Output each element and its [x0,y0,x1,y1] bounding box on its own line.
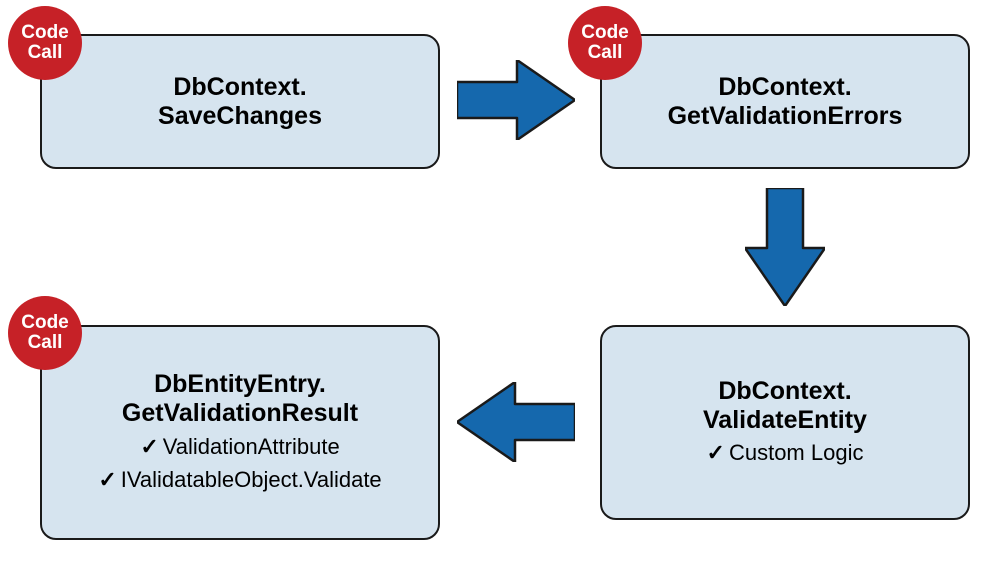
arrow-right-icon [457,60,575,140]
check-icon: ✓ [98,467,116,492]
title-line: DbContext. [173,73,306,101]
title-line: GetValidationErrors [668,102,903,130]
node-title: DbContext. SaveChanges [158,73,322,131]
validation-flow-diagram: DbContext. SaveChanges Code Call DbConte… [0,0,1000,571]
node-validateentity: DbContext. ValidateEntity ✓Custom Logic [600,325,970,520]
node-getvalidationerrors: DbContext. GetValidationErrors [600,34,970,169]
badge-text: Code Call [568,23,642,63]
code-call-badge: Code Call [8,6,82,80]
node-detail: ✓IValidatableObject.Validate [98,465,381,495]
check-icon: ✓ [140,434,158,459]
node-savechanges: DbContext. SaveChanges [40,34,440,169]
detail-text: ValidationAttribute [163,434,340,459]
node-getvalidationresult: DbEntityEntry. GetValidationResult ✓Vali… [40,325,440,540]
title-line: DbEntityEntry. [154,370,326,398]
node-title: DbEntityEntry. GetValidationResult [122,370,358,428]
title-line: DbContext. [718,73,851,101]
arrow-left-icon [457,382,575,462]
code-call-badge: Code Call [8,296,82,370]
node-title: DbContext. GetValidationErrors [668,73,903,131]
node-detail: ✓ValidationAttribute [140,432,339,462]
title-line: SaveChanges [158,102,322,130]
badge-text: Code Call [8,313,82,353]
detail-text: IValidatableObject.Validate [121,467,382,492]
title-line: DbContext. [718,377,851,405]
badge-text: Code Call [8,23,82,63]
title-line: GetValidationResult [122,399,358,427]
node-detail: ✓Custom Logic [707,438,864,468]
node-title: DbContext. ValidateEntity [703,377,867,435]
check-icon: ✓ [707,440,725,465]
arrow-down-icon [745,188,825,306]
detail-text: Custom Logic [729,440,864,465]
code-call-badge: Code Call [568,6,642,80]
title-line: ValidateEntity [703,406,867,434]
